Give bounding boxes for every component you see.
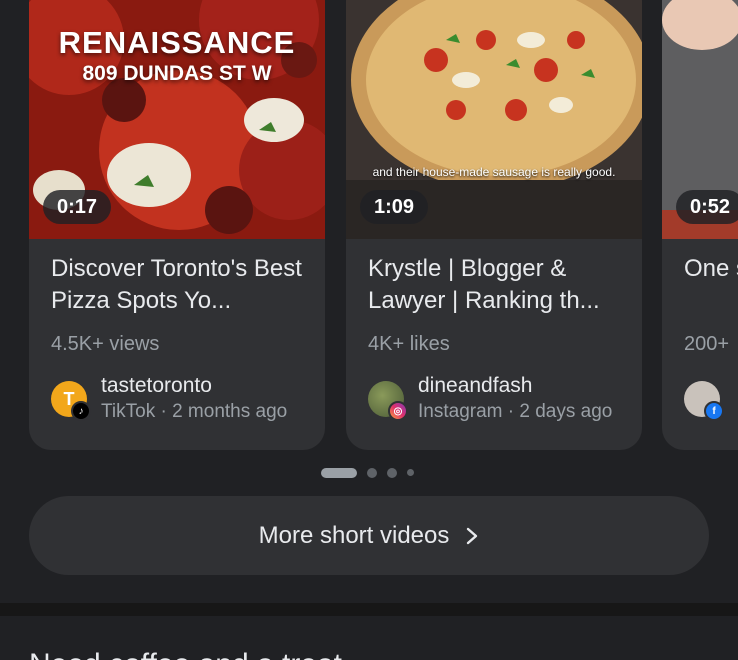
pagination-dot-active[interactable] bbox=[321, 468, 357, 478]
video-card-tastetoronto[interactable]: RENAISSANCE 809 DUNDAS ST W 0:17 Discove… bbox=[29, 0, 325, 450]
more-button-label: More short videos bbox=[258, 521, 450, 549]
video-title[interactable]: Discover Toronto's Best Pizza Spots Yo..… bbox=[51, 253, 309, 317]
section-title: Need coffee and a treat... bbox=[29, 648, 367, 660]
facebook-icon: f bbox=[704, 401, 724, 421]
source-meta: TikTok · 2 months ago bbox=[101, 401, 288, 422]
video-card-dineandfash[interactable]: and their house-made sausage is really g… bbox=[346, 0, 642, 450]
thumbnail-subtitle: 809 DUNDAS ST W bbox=[82, 62, 272, 85]
duration-badge: 0:52 bbox=[676, 190, 738, 224]
source-meta: Instagram · 2 days ago bbox=[418, 401, 613, 422]
pagination-dot[interactable] bbox=[407, 469, 414, 476]
carousel-pagination bbox=[0, 466, 738, 480]
tiktok-icon: ♪ bbox=[71, 401, 91, 421]
view-count: 4.5K+ views bbox=[51, 333, 160, 355]
more-short-videos-button[interactable]: More short videos bbox=[29, 496, 709, 575]
next-section: Need coffee and a treat... bbox=[0, 616, 738, 660]
duration-badge: 1:09 bbox=[360, 190, 429, 224]
author-name: tastetoronto bbox=[101, 374, 212, 397]
pagination-dot[interactable] bbox=[387, 468, 397, 478]
video-card-third[interactable]: 0:52 One spot 200+ f bbox=[662, 0, 738, 450]
short-videos-carousel: RENAISSANCE 809 DUNDAS ST W 0:17 Discove… bbox=[0, 0, 738, 450]
instagram-icon: ◎ bbox=[388, 401, 408, 421]
video-thumbnail[interactable]: 0:52 bbox=[662, 0, 738, 239]
video-title[interactable]: Krystle | Blogger & Lawyer | Ranking th.… bbox=[368, 253, 626, 317]
video-thumbnail[interactable]: RENAISSANCE 809 DUNDAS ST W 0:17 bbox=[29, 0, 325, 239]
author-name: dineandfash bbox=[418, 374, 533, 397]
video-source: f bbox=[684, 374, 738, 426]
view-count: 200+ bbox=[684, 333, 730, 355]
pagination-dot[interactable] bbox=[367, 468, 377, 478]
video-thumbnail[interactable]: and their house-made sausage is really g… bbox=[346, 0, 642, 239]
video-source: T ♪ tastetoronto TikTok · 2 months ago bbox=[51, 374, 309, 426]
like-count: 4K+ likes bbox=[368, 333, 450, 355]
chevron-right-icon bbox=[467, 527, 478, 544]
section-divider bbox=[0, 603, 738, 616]
duration-badge: 0:17 bbox=[43, 190, 112, 224]
video-caption: and their house-made sausage is really g… bbox=[372, 165, 616, 179]
video-source: ◎ dineandfash Instagram · 2 days ago bbox=[368, 374, 626, 426]
video-title[interactable]: One spot bbox=[684, 253, 738, 317]
thumbnail-title: RENAISSANCE bbox=[58, 25, 296, 60]
